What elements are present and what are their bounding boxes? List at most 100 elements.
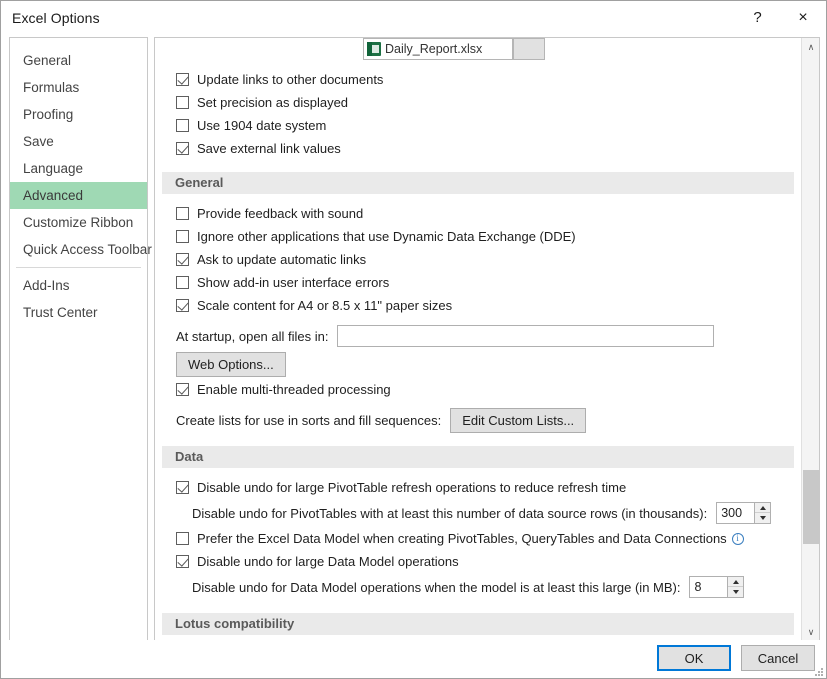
checkbox-save-external-link[interactable] <box>176 142 189 155</box>
checkbox-multithread[interactable] <box>176 383 189 396</box>
startup-folder-row: At startup, open all files in: <box>155 322 801 350</box>
startup-folder-input[interactable] <box>337 325 715 347</box>
model-size-stepper[interactable] <box>689 576 745 598</box>
sidebar-divider <box>16 267 141 268</box>
sidebar-item-general[interactable]: General <box>10 47 147 74</box>
model-size-threshold-row: Disable undo for Data Model operations w… <box>155 573 801 601</box>
pivot-rows-stepper[interactable] <box>716 502 772 524</box>
spinner-up-icon[interactable] <box>755 503 771 513</box>
checkbox-row-scale-content[interactable]: Scale content for A4 or 8.5 x 11" paper … <box>155 294 801 317</box>
web-options-row: Web Options... <box>155 350 801 378</box>
checkbox-1904-date[interactable] <box>176 119 189 132</box>
checkbox-label-disable-undo-data-model: Disable undo for large Data Model operat… <box>197 554 459 569</box>
workbook-combo-row: Daily_Report.xlsx <box>155 38 801 60</box>
sidebar-item-add-ins[interactable]: Add-Ins <box>10 272 147 299</box>
scroll-down-icon[interactable]: ∨ <box>802 623 819 641</box>
resize-grip[interactable] <box>813 666 823 676</box>
checkbox-label-disable-undo-pivot: Disable undo for large PivotTable refres… <box>197 480 627 495</box>
workbook-combo[interactable]: Daily_Report.xlsx <box>363 38 513 60</box>
sidebar-item-customize-ribbon[interactable]: Customize Ribbon <box>10 209 147 236</box>
checkbox-row-feedback-sound[interactable]: Provide feedback with sound <box>155 202 801 225</box>
checkbox-label-scale-content: Scale content for A4 or 8.5 x 11" paper … <box>197 298 453 313</box>
close-icon[interactable]: × <box>780 1 826 34</box>
help-icon[interactable]: ? <box>735 1 780 34</box>
excel-options-dialog: Excel Options ? × General Formulas Proof… <box>0 0 827 679</box>
dialog-footer: OK Cancel <box>1 640 826 678</box>
sidebar: General Formulas Proofing Save Language … <box>9 37 152 642</box>
checkbox-row-multithread[interactable]: Enable multi-threaded processing <box>155 378 801 401</box>
group-heading-lotus-compatibility: Lotus compatibility <box>162 613 794 635</box>
scrollbar-thumb[interactable] <box>803 470 819 544</box>
checkbox-label-ignore-dde: Ignore other applications that use Dynam… <box>197 229 576 244</box>
sidebar-item-advanced[interactable]: Advanced <box>10 182 147 209</box>
checkbox-row-show-addin-errors[interactable]: Show add-in user interface errors <box>155 271 801 294</box>
group-heading-general: General <box>162 172 794 194</box>
workbook-combo-dropdown-button[interactable] <box>513 38 545 60</box>
sidebar-item-quick-access-toolbar[interactable]: Quick Access Toolbar <box>10 236 152 263</box>
title-bar-buttons: ? × <box>735 1 826 34</box>
general-options-list: Provide feedback with sound Ignore other… <box>155 202 801 434</box>
checkbox-row-prefer-data-model[interactable]: Prefer the Excel Data Model when creatin… <box>155 527 801 550</box>
checkbox-update-links[interactable] <box>176 73 189 86</box>
model-size-spin-buttons[interactable] <box>727 576 745 598</box>
checkbox-row-ask-update-links[interactable]: Ask to update automatic links <box>155 248 801 271</box>
custom-lists-row: Create lists for use in sorts and fill s… <box>155 406 801 434</box>
checkbox-row-update-links[interactable]: Update links to other documents <box>155 68 801 91</box>
web-options-button[interactable]: Web Options... <box>176 351 286 377</box>
checkbox-show-addin-errors[interactable] <box>176 276 189 289</box>
custom-lists-label: Create lists for use in sorts and fill s… <box>176 412 442 428</box>
workbook-options-list: Update links to other documents Set prec… <box>155 68 801 160</box>
cancel-button[interactable]: Cancel <box>741 645 815 671</box>
sidebar-item-formulas[interactable]: Formulas <box>10 74 147 101</box>
checkbox-row-set-precision[interactable]: Set precision as displayed <box>155 91 801 114</box>
pivot-rows-threshold-row: Disable undo for PivotTables with at lea… <box>155 499 801 527</box>
vertical-scrollbar[interactable]: ∧ ∨ <box>801 38 819 641</box>
pivot-rows-input[interactable] <box>716 502 755 524</box>
checkbox-row-1904-date[interactable]: Use 1904 date system <box>155 114 801 137</box>
checkbox-prefer-data-model[interactable] <box>176 532 189 545</box>
model-size-threshold-label: Disable undo for Data Model operations w… <box>192 579 681 595</box>
checkbox-disable-undo-data-model[interactable] <box>176 555 189 568</box>
title-bar: Excel Options ? × <box>1 1 826 34</box>
checkbox-ignore-dde[interactable] <box>176 230 189 243</box>
dialog-body: General Formulas Proofing Save Language … <box>1 34 826 642</box>
edit-custom-lists-button[interactable]: Edit Custom Lists... <box>450 407 587 433</box>
sidebar-item-language[interactable]: Language <box>10 155 147 182</box>
checkbox-row-ignore-dde[interactable]: Ignore other applications that use Dynam… <box>155 225 801 248</box>
spinner-down-icon[interactable] <box>728 587 743 597</box>
checkbox-label-show-addin-errors: Show add-in user interface errors <box>197 275 390 290</box>
checkbox-row-disable-undo-pivot[interactable]: Disable undo for large PivotTable refres… <box>155 476 801 499</box>
options-content-pane: When calculating this workbook: Daily_Re… <box>154 37 820 642</box>
excel-file-icon <box>367 42 381 56</box>
checkbox-feedback-sound[interactable] <box>176 207 189 220</box>
workbook-name: Daily_Report.xlsx <box>385 42 483 56</box>
checkbox-label-prefer-data-model: Prefer the Excel Data Model when creatin… <box>197 531 727 546</box>
checkbox-label-ask-update-links: Ask to update automatic links <box>197 252 367 267</box>
checkbox-label-1904-date: Use 1904 date system <box>197 118 327 133</box>
data-options-list: Disable undo for large PivotTable refres… <box>155 476 801 601</box>
checkbox-label-multithread: Enable multi-threaded processing <box>197 382 391 397</box>
checkbox-row-disable-undo-data-model[interactable]: Disable undo for large Data Model operat… <box>155 550 801 573</box>
model-size-input[interactable] <box>689 576 728 598</box>
sidebar-item-save[interactable]: Save <box>10 128 147 155</box>
scroll-up-icon[interactable]: ∧ <box>802 38 819 56</box>
footer-buttons: OK Cancel <box>657 645 815 671</box>
startup-folder-label: At startup, open all files in: <box>176 328 329 344</box>
sidebar-item-trust-center[interactable]: Trust Center <box>10 299 147 326</box>
pivot-rows-spin-buttons[interactable] <box>754 502 772 524</box>
checkbox-ask-update-links[interactable] <box>176 253 189 266</box>
checkbox-label-set-precision: Set precision as displayed <box>197 95 349 110</box>
checkbox-scale-content[interactable] <box>176 299 189 312</box>
checkbox-label-update-links: Update links to other documents <box>197 72 384 87</box>
ok-button[interactable]: OK <box>657 645 731 671</box>
sidebar-item-proofing[interactable]: Proofing <box>10 101 147 128</box>
info-icon[interactable]: i <box>731 532 744 545</box>
checkbox-label-feedback-sound: Provide feedback with sound <box>197 206 364 221</box>
page-title: Excel Options <box>12 9 100 26</box>
checkbox-set-precision[interactable] <box>176 96 189 109</box>
spinner-up-icon[interactable] <box>728 577 744 587</box>
checkbox-disable-undo-pivot[interactable] <box>176 481 189 494</box>
checkbox-row-save-external-link[interactable]: Save external link values <box>155 137 801 160</box>
spinner-down-icon[interactable] <box>755 513 770 523</box>
pivot-rows-threshold-label: Disable undo for PivotTables with at lea… <box>192 505 708 521</box>
